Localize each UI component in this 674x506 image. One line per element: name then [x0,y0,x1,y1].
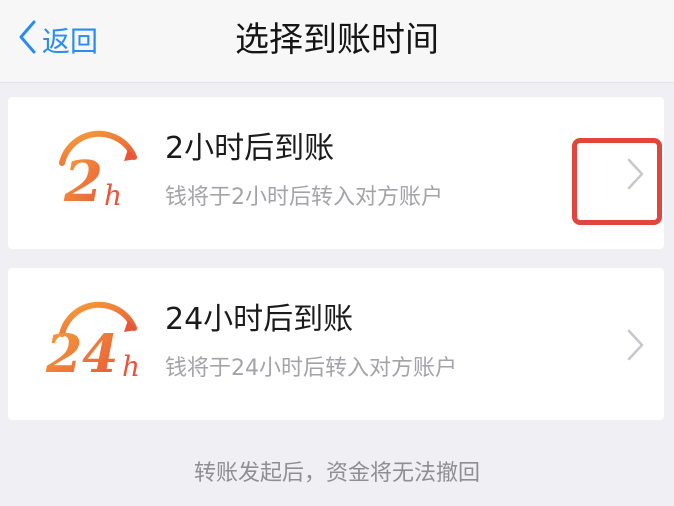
logo-number: 24 [45,324,118,385]
2h-clock-logo-icon: 2 h [42,119,152,219]
option-title: 24小时后到账 [165,302,354,337]
footer-note: 转账发起后，资金将无法撤回 [193,461,480,486]
option-description: 钱将于24小时后转入对方账户 [165,356,457,381]
chevron-right-icon[interactable] [624,325,648,365]
option-2h[interactable]: 2 h 2小时后到账 钱将于2小时后转入对方账户 [8,97,664,249]
page-title: 选择到账时间 [235,20,439,60]
option-description: 钱将于2小时后转入对方账户 [165,185,443,210]
logo-number: 2 [63,149,103,215]
option-title: 2小时后到账 [165,131,335,166]
highlight-box [572,138,662,225]
navigation-bar: 返回 选择到账时间 [0,0,674,83]
24h-clock-logo-icon: 24 h [42,290,152,390]
logo-unit: h [104,179,122,212]
option-24h[interactable]: 24 h 24小时后到账 钱将于24小时后转入对方账户 [8,268,664,420]
logo-unit: h [122,350,140,383]
